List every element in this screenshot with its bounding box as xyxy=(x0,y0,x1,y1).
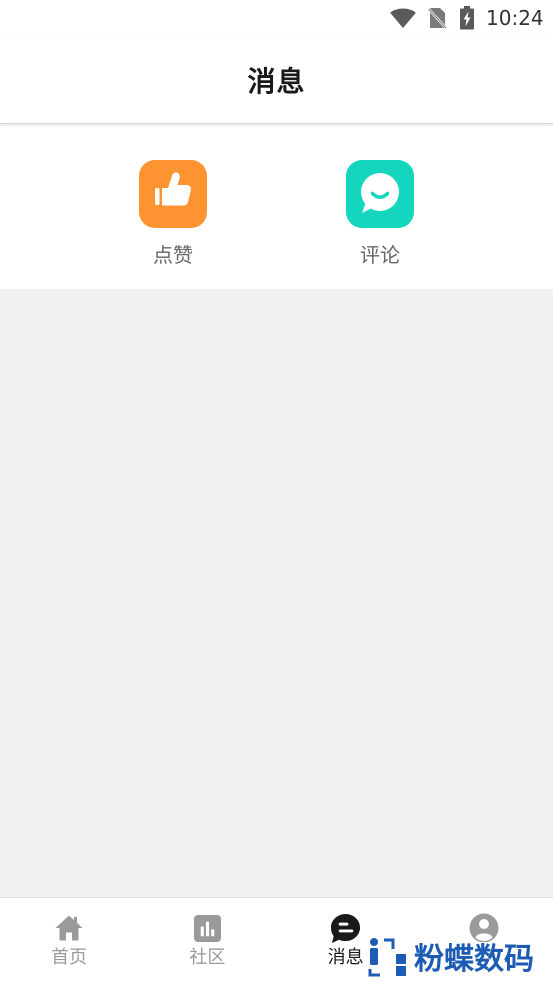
comments-label: 评论 xyxy=(360,243,400,267)
comments-entry[interactable]: 评论 xyxy=(277,124,484,289)
app-screen: 10:24 消息 点赞 评论 首页 社区 消息 粉蝶数码 xyxy=(0,0,553,983)
tab-community[interactable]: 社区 xyxy=(138,898,276,983)
likes-entry[interactable]: 点赞 xyxy=(70,124,277,289)
message-type-panel: 点赞 评论 xyxy=(0,124,553,289)
tab-home-label: 首页 xyxy=(51,947,88,968)
user-icon xyxy=(467,912,501,944)
header: 消息 xyxy=(0,36,553,124)
battery-charging-icon xyxy=(459,6,475,30)
home-icon xyxy=(52,912,86,944)
tab-profile[interactable] xyxy=(415,898,553,983)
wifi-icon xyxy=(389,8,417,29)
message-list-area xyxy=(0,289,553,897)
no-sim-icon xyxy=(427,7,447,29)
bottom-tab-bar: 首页 社区 消息 xyxy=(0,897,553,983)
tab-messages-label: 消息 xyxy=(327,947,364,968)
tab-community-label: 社区 xyxy=(189,947,226,968)
comment-bubble-icon xyxy=(346,160,414,228)
likes-label: 点赞 xyxy=(153,243,193,267)
page-title: 消息 xyxy=(247,64,306,98)
status-bar: 10:24 xyxy=(0,0,553,36)
status-time: 10:24 xyxy=(486,6,544,30)
tab-messages[interactable]: 消息 xyxy=(277,898,415,983)
thumbs-up-icon xyxy=(139,160,207,228)
tab-home[interactable]: 首页 xyxy=(0,898,138,983)
community-chart-icon xyxy=(190,912,224,944)
message-icon xyxy=(329,912,363,944)
